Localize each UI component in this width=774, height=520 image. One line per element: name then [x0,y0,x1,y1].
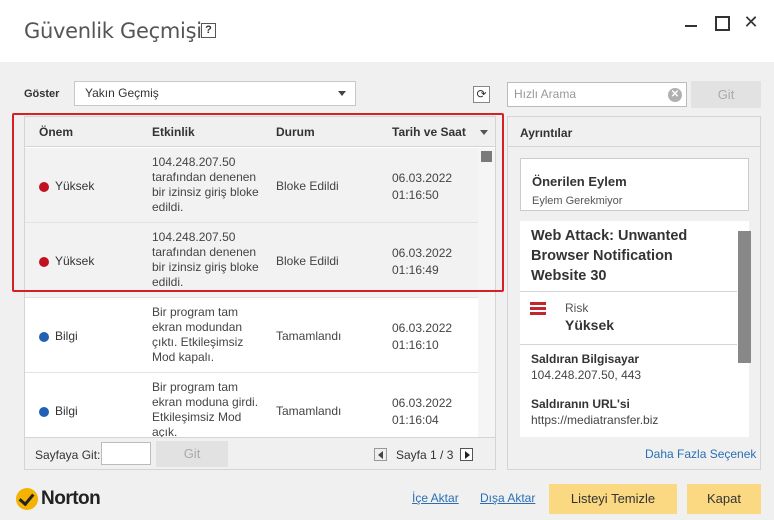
status-text: Bloke Edildi [276,179,339,193]
status-text: Tamamlandı [276,329,342,343]
show-dropdown-value: Yakın Geçmiş [85,86,159,100]
attacker-computer-label: Saldıran Bilgisayar [531,352,640,366]
activity-text: 104.248.207.50 tarafından denenen bir iz… [152,230,259,289]
datetime-text: 06.03.2022 01:16:04 [392,395,452,429]
goto-page-button[interactable]: Git [156,441,228,467]
severity-text: Bilgi [55,404,78,418]
maximize-icon[interactable] [711,12,731,32]
details-scrollbar-thumb[interactable] [738,231,751,363]
norton-check-icon [16,488,38,510]
attacker-url-label: Saldıranın URL'si [531,397,630,411]
risk-value: Yüksek [565,317,615,333]
details-scrollbar[interactable] [737,221,751,437]
export-link[interactable]: Dışa Aktar [480,491,535,505]
close-icon[interactable]: ✕ [741,12,761,32]
date-text: 06.03.2022 [392,321,453,335]
recommended-action-box: Önerilen Eylem Eylem Gerekmiyor [520,158,749,211]
status-text: Bloke Edildi [276,254,339,268]
table-scrollbar-thumb[interactable] [481,151,492,162]
page-indicator: Sayfa 1 / 3 [396,448,454,462]
chevron-down-icon [338,91,346,96]
severity-info-icon [39,407,49,417]
activity-text: Bir program tam ekran modundan çıktı. Et… [152,305,244,364]
date-text: 06.03.2022 [392,171,453,185]
goto-page-label: Sayfaya Git: [35,448,101,462]
recommended-action-title: Önerilen Eylem [532,174,627,189]
table-row[interactable]: Bilgi Bir program tam ekran moduna girdi… [25,373,478,437]
table-body: Yüksek 104.248.207.50 tarafından denenen… [25,148,478,437]
status-text: Tamamlandı [276,404,342,418]
next-page-icon[interactable] [460,448,473,461]
title-bar: Güvenlik Geçmişi ? ✕ [0,0,774,62]
activity-text: 104.248.207.50 tarafından denenen bir iz… [152,155,259,214]
column-header-activity[interactable]: Etkinlik [152,125,195,139]
clear-search-icon[interactable]: ✕ [668,88,682,102]
more-options-link[interactable]: Daha Fazla Seçenek [645,447,756,461]
table-row[interactable]: Yüksek 104.248.207.50 tarafından denenen… [25,223,478,298]
show-dropdown[interactable]: Yakın Geçmiş [74,81,356,106]
refresh-icon[interactable]: ⟳ [473,86,490,103]
time-text: 01:16:04 [392,413,439,427]
severity-high-icon [39,182,49,192]
datetime-text: 06.03.2022 01:16:10 [392,320,452,354]
column-header-datetime[interactable]: Tarih ve Saat [392,125,466,139]
import-link[interactable]: İçe Aktar [412,491,459,505]
norton-brand-text: Norton [41,488,101,509]
severity-high-icon [39,257,49,267]
history-table: Önem Etkinlik Durum Tarih ve Saat Yüksek… [24,116,496,470]
risk-label: Risk [565,301,589,315]
quick-search-placeholder: Hızlı Arama [514,87,577,101]
date-text: 06.03.2022 [392,246,453,260]
column-header-status[interactable]: Durum [276,125,315,139]
table-row[interactable]: Bilgi Bir program tam ekran modundan çık… [25,298,478,373]
show-label: Göster [24,88,60,100]
attack-name: Web Attack: Unwanted Browser Notificatio… [531,228,688,284]
table-scrollbar[interactable] [478,148,495,437]
severity-info-icon [39,332,49,342]
table-footer: Sayfaya Git: Git Sayfa 1 / 3 [25,437,495,469]
severity-text: Yüksek [55,179,95,193]
help-icon[interactable]: ? [201,23,216,38]
norton-logo: Norton [16,485,116,513]
sort-descending-icon[interactable] [480,130,488,135]
quick-search-input[interactable]: Hızlı Arama ✕ [507,82,687,107]
recommended-action-value: Eylem Gerekmiyor [532,195,623,207]
details-panel: Ayrıntılar Önerilen Eylem Eylem Gerekmiy… [507,116,761,470]
close-button[interactable]: Kapat [687,484,761,514]
column-header-severity[interactable]: Önem [39,125,73,139]
details-header: Ayrıntılar [508,117,760,147]
divider [520,344,737,345]
time-text: 01:16:50 [392,188,439,202]
attacker-url-value: https://mediatransfer.biz [531,413,659,427]
search-go-button[interactable]: Git [691,81,761,108]
table-row[interactable]: Yüksek 104.248.207.50 tarafından denenen… [25,148,478,223]
minimize-icon[interactable] [681,12,701,32]
divider [520,291,737,292]
previous-page-icon[interactable] [374,448,387,461]
goto-page-input[interactable] [101,442,151,465]
time-text: 01:16:49 [392,263,439,277]
severity-text: Bilgi [55,329,78,343]
details-content: Web Attack: Unwanted Browser Notificatio… [520,221,737,437]
datetime-text: 06.03.2022 01:16:50 [392,170,452,204]
clear-list-button[interactable]: Listeyi Temizle [549,484,677,514]
datetime-text: 06.03.2022 01:16:49 [392,245,452,279]
window-title: Güvenlik Geçmişi [24,19,202,43]
date-text: 06.03.2022 [392,396,453,410]
risk-level-icon [530,302,546,316]
attacker-computer-value: 104.248.207.50, 443 [531,368,642,382]
severity-text: Yüksek [55,254,95,268]
activity-text: Bir program tam ekran moduna girdi. Etki… [152,380,259,437]
time-text: 01:16:10 [392,338,439,352]
table-header: Önem Etkinlik Durum Tarih ve Saat [25,117,495,147]
